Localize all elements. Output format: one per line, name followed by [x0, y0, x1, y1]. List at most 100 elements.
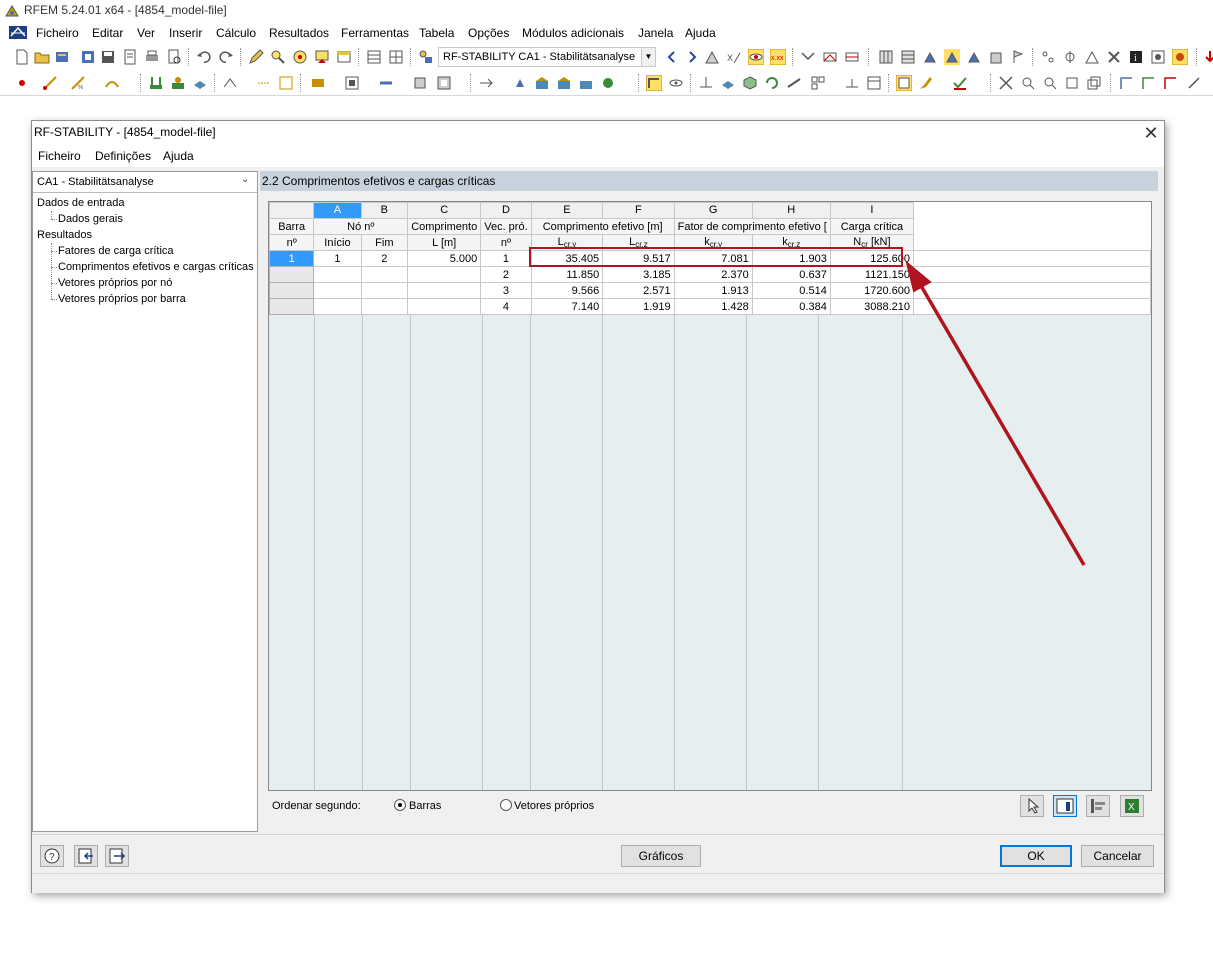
- eye-view-icon[interactable]: [748, 49, 764, 65]
- menu-ajuda[interactable]: Ajuda: [685, 26, 716, 40]
- menu-opcoes[interactable]: Opções: [468, 26, 509, 40]
- solid-icon[interactable]: [412, 75, 428, 91]
- cell-l[interactable]: [407, 266, 482, 283]
- column-letter[interactable]: D: [480, 202, 532, 219]
- load-case-icon[interactable]: [418, 49, 434, 65]
- results-icon[interactable]: [314, 49, 330, 65]
- cell-lcrz[interactable]: 3.185: [602, 266, 675, 283]
- radio-barras[interactable]: [394, 799, 406, 811]
- guide-line-icon[interactable]: [256, 75, 272, 91]
- connect-icon[interactable]: [478, 75, 494, 91]
- node-icon[interactable]: [1040, 49, 1056, 65]
- tree-item-comprimentos-efetivos[interactable]: Comprimentos efetivos e cargas críticas: [58, 261, 254, 273]
- menu-janela[interactable]: Janela: [638, 26, 673, 40]
- view-mode-button[interactable]: [1053, 795, 1077, 817]
- rotate-icon[interactable]: [764, 75, 780, 91]
- dialog-menu-definicoes[interactable]: Definições: [95, 149, 151, 163]
- support-3-icon[interactable]: [966, 49, 982, 65]
- previous-arrow-icon[interactable]: [664, 49, 680, 65]
- view-plane-icon[interactable]: [698, 75, 714, 91]
- node-point-icon[interactable]: [14, 75, 30, 91]
- cell-ncr[interactable]: 1121.150: [829, 266, 914, 283]
- opening-icon[interactable]: [436, 75, 452, 91]
- column-letter[interactable]: A: [313, 202, 362, 219]
- frame-view-icon[interactable]: [822, 49, 838, 65]
- cell-vec[interactable]: 4: [480, 298, 532, 315]
- member-icon[interactable]: %: [70, 75, 86, 91]
- cell-fim[interactable]: 2: [360, 250, 409, 267]
- export-excel-button[interactable]: X: [1120, 795, 1144, 817]
- row-header-barra[interactable]: [269, 266, 315, 283]
- settings-icon[interactable]: [1150, 49, 1166, 65]
- cell-ncr[interactable]: 1720.600: [829, 282, 914, 299]
- panel-toggle-icon[interactable]: [896, 75, 912, 91]
- axis-options-icon[interactable]: [1186, 75, 1202, 91]
- section-list-icon[interactable]: [310, 75, 326, 91]
- support-2-icon[interactable]: [944, 49, 960, 65]
- print-report-icon[interactable]: [122, 49, 138, 65]
- addon-module-icon[interactable]: [1172, 49, 1188, 65]
- results-grid[interactable]: A B C D E F G H I Barra Nó nº Compriment…: [268, 201, 1152, 791]
- load-group-icon[interactable]: [170, 75, 186, 91]
- menu-ferramentas[interactable]: Ferramentas: [341, 26, 409, 40]
- select-member-button[interactable]: [1020, 795, 1044, 817]
- mesh-2-icon[interactable]: [900, 49, 916, 65]
- delete-x-icon[interactable]: [1106, 49, 1122, 65]
- eye-icon[interactable]: [668, 75, 684, 91]
- cell-kcrz[interactable]: 0.384: [751, 298, 831, 315]
- dialog-menu-ajuda[interactable]: Ajuda: [163, 149, 194, 163]
- tree-item-vetores-barra[interactable]: Vetores próprios por barra: [58, 293, 186, 305]
- cell-ncr[interactable]: 3088.210: [829, 298, 914, 315]
- column-letter[interactable]: F: [602, 202, 675, 219]
- next-arrow-icon[interactable]: [684, 49, 700, 65]
- section-icon[interactable]: [800, 49, 816, 65]
- results-display-icon[interactable]: [704, 49, 720, 65]
- cancel-button[interactable]: Cancelar: [1081, 845, 1154, 867]
- dimension-2-icon[interactable]: [844, 75, 860, 91]
- tree-item-vetores-no[interactable]: Vetores próprios por nó: [58, 277, 172, 289]
- column-letter[interactable]: B: [360, 202, 409, 219]
- cross-section-icon[interactable]: [344, 75, 360, 91]
- menu-modulos-adicionais[interactable]: Módulos adicionais: [522, 26, 624, 40]
- cell-inicio[interactable]: [313, 266, 362, 283]
- tool-5-icon[interactable]: [1086, 75, 1102, 91]
- tool-2-icon[interactable]: [1020, 75, 1036, 91]
- column-letter[interactable]: G: [673, 202, 753, 219]
- edit-pencil-icon[interactable]: [248, 49, 264, 65]
- print-graphic-icon[interactable]: [144, 49, 160, 65]
- member-end-icon[interactable]: [378, 75, 394, 91]
- tool-3-icon[interactable]: [1042, 75, 1058, 91]
- tree-group-results[interactable]: Resultados: [37, 229, 92, 241]
- table-grid-icon[interactable]: [388, 49, 404, 65]
- curve-icon[interactable]: [104, 75, 120, 91]
- mesh-icon[interactable]: [878, 49, 894, 65]
- column-letter[interactable]: H: [751, 202, 831, 219]
- module-case-combo[interactable]: RF-STABILITY CA1 - Stabilitätsanalyse ▼: [438, 47, 656, 67]
- column-letter[interactable]: I: [829, 202, 914, 219]
- cell-inicio[interactable]: [313, 282, 362, 299]
- hinge-icon[interactable]: [1062, 49, 1078, 65]
- table-icon[interactable]: [366, 49, 382, 65]
- cell-kcrz[interactable]: 0.637: [751, 266, 831, 283]
- support-icon[interactable]: [922, 49, 938, 65]
- close-icon[interactable]: ✕: [1140, 122, 1162, 144]
- radio-vetores[interactable]: [500, 799, 512, 811]
- row-header-barra[interactable]: [269, 298, 315, 315]
- structure-icon[interactable]: [534, 75, 550, 91]
- column-letter[interactable]: C: [407, 202, 482, 219]
- triangle-support-icon[interactable]: [1084, 49, 1100, 65]
- menu-ver[interactable]: Ver: [137, 26, 155, 40]
- help-button[interactable]: ?: [40, 845, 64, 867]
- row-header-barra[interactable]: [269, 282, 315, 299]
- undo-icon[interactable]: [196, 49, 212, 65]
- filter-button[interactable]: [1086, 795, 1110, 817]
- cell-lcrz[interactable]: 2.571: [602, 282, 675, 299]
- axis-y-icon[interactable]: [1140, 75, 1156, 91]
- frame-view-2-icon[interactable]: [844, 49, 860, 65]
- cell-inicio[interactable]: [313, 298, 362, 315]
- cell-fim[interactable]: [360, 266, 409, 283]
- cell-vec[interactable]: 3: [480, 282, 532, 299]
- flag-icon[interactable]: [1010, 49, 1026, 65]
- export-button[interactable]: [105, 845, 129, 867]
- cell-fim[interactable]: [360, 298, 409, 315]
